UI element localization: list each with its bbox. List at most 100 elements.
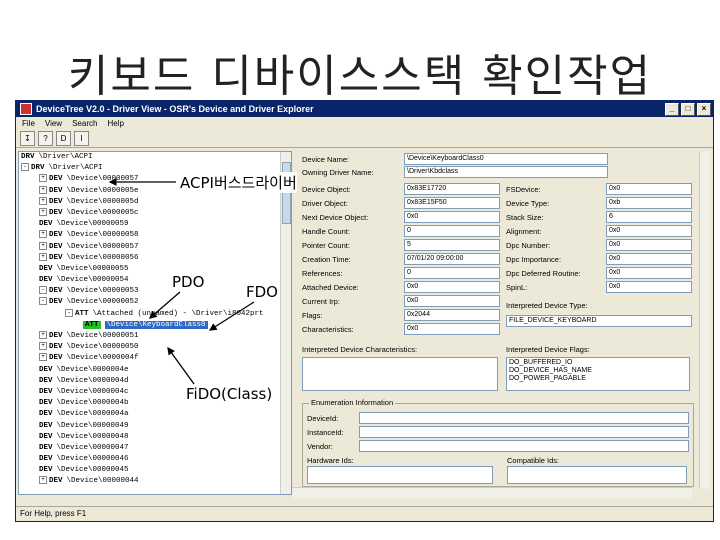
tree-scrollbar[interactable]	[280, 152, 291, 494]
references-label: References:	[302, 269, 343, 278]
interp-flags-box[interactable]: DO_BUFFERED_IO DO_DEVICE_HAS_NAME DO_POW…	[506, 357, 690, 391]
tree-row-type: DEV	[39, 432, 53, 441]
owning-driver-value[interactable]: \Driver\Kbdclass	[404, 166, 608, 178]
characteristics-label: Characteristics:	[302, 325, 354, 334]
vendor-value[interactable]	[359, 440, 689, 452]
device-object-label: Device Object:	[302, 185, 351, 194]
tree-row[interactable]: DRV \Driver\ACPI	[19, 152, 291, 163]
expand-icon[interactable]: +	[39, 196, 47, 205]
driver-object-value[interactable]: 0x83E15F50	[404, 197, 500, 209]
flags-value[interactable]: 0x2044	[404, 309, 500, 321]
device-tree[interactable]: DRV \Driver\ACPI - DRV \Driver\ACPI + DEV \Devi…	[18, 151, 292, 495]
tree-row[interactable]: + DEV \Device\0000005c	[19, 207, 291, 219]
maximize-button[interactable]: □	[681, 102, 695, 116]
tree-row-type: DEV	[39, 455, 53, 464]
tree-row[interactable]: + DEV \Device\00000050	[19, 342, 291, 353]
tree-row-type: DEV	[39, 220, 53, 229]
tree-row-label: \Device\00000049	[56, 421, 129, 430]
dpc-deferred-value[interactable]: 0x0	[606, 267, 692, 279]
collapse-icon[interactable]: -	[21, 163, 29, 172]
tree-row[interactable]: DEV \Device\00000055	[19, 264, 291, 275]
device-name-label: Device Name:	[302, 155, 350, 164]
menu-file[interactable]: File	[22, 119, 35, 128]
expand-icon[interactable]: +	[39, 331, 47, 340]
menu-view[interactable]: View	[45, 119, 62, 128]
tree-row-label: \Device\00000057	[66, 242, 139, 251]
compatible-ids-box[interactable]	[507, 466, 687, 484]
detail-hscrollbar[interactable]	[292, 487, 692, 498]
handle-count-value[interactable]: 0	[404, 225, 500, 237]
minimize-button[interactable]: _	[665, 102, 679, 116]
tree-row-label: \Device\0000004d	[56, 376, 129, 385]
tree-row[interactable]: DEV \Device\0000004e	[19, 365, 291, 376]
tree-row-type: DEV	[49, 208, 63, 217]
hardware-ids-box[interactable]	[307, 466, 493, 484]
tree-row[interactable]: + DEV \Device\00000057	[19, 241, 291, 253]
tree-row[interactable]: + DEV \Device\00000056	[19, 252, 291, 264]
tree-row[interactable]: DEV \Device\0000004a	[19, 409, 291, 420]
tree-row[interactable]: + DEV \Device\00000058	[19, 230, 291, 241]
dpc-number-value[interactable]: 0x0	[606, 239, 692, 251]
dpc-importance-value[interactable]: 0x0	[606, 253, 692, 265]
tree-row-type: DEV	[39, 399, 53, 408]
instance-id-value[interactable]	[359, 426, 689, 438]
close-button[interactable]: ×	[697, 102, 711, 116]
tree-row[interactable]: + DEV \Device\0000005d	[19, 196, 291, 208]
expand-icon[interactable]: +	[39, 207, 47, 216]
expand-icon[interactable]: +	[39, 476, 47, 485]
menu-help[interactable]: Help	[107, 119, 123, 128]
tree-row[interactable]: DEV \Device\00000046	[19, 454, 291, 465]
device-name-value[interactable]: \Device\KeyboardClass0	[404, 153, 608, 165]
device-type-value[interactable]: 0xb	[606, 197, 692, 209]
tree-row[interactable]: DEV \Device\00000059	[19, 219, 291, 230]
stack-size-value[interactable]: 6	[606, 211, 692, 223]
annotation-fdo: FDO	[246, 283, 278, 301]
pointer-count-value[interactable]: 5	[404, 239, 500, 251]
detail-scrollbar[interactable]	[699, 151, 710, 489]
tree-row[interactable]: DEV \Device\00000048	[19, 432, 291, 443]
help-icon[interactable]: ?	[38, 130, 53, 146]
expand-icon[interactable]: +	[39, 252, 47, 261]
tree-row[interactable]: - ATT \Attached (unnamed) - \Driver\i8042p…	[19, 308, 291, 320]
tree-row-type: DRV	[21, 153, 35, 161]
driver-view-button[interactable]: D	[56, 130, 71, 146]
expand-icon[interactable]: +	[39, 174, 47, 183]
pointer-count-label: Pointer Count:	[302, 241, 350, 250]
expand-icon[interactable]: +	[39, 185, 47, 194]
refresh-icon[interactable]: ↧	[20, 130, 35, 146]
spin-value[interactable]: 0x0	[606, 281, 692, 293]
expand-icon[interactable]: +	[39, 353, 47, 362]
menu-search[interactable]: Search	[72, 119, 97, 128]
status-bar: For Help, press F1	[16, 506, 713, 521]
expand-icon[interactable]: +	[39, 241, 47, 250]
tree-row[interactable]: + DEV \Device\00000051	[19, 331, 291, 342]
collapse-icon[interactable]: -	[65, 308, 73, 317]
device-view-button[interactable]: I	[74, 130, 89, 146]
device-object-value[interactable]: 0x83E17720	[404, 183, 500, 195]
creation-time-value[interactable]: 07/01/20 09:00:00	[404, 253, 500, 265]
tree-row[interactable]: ATT \Device\KeyboardClass0	[19, 320, 291, 331]
interp-type-value[interactable]: FILE_DEVICE_KEYBOARD	[506, 315, 692, 327]
tree-row-type: DEV	[49, 186, 63, 195]
tree-row[interactable]: DEV \Device\00000049	[19, 421, 291, 432]
tree-row[interactable]: + DEV \Device\0000004f	[19, 353, 291, 364]
window-titlebar[interactable]: DeviceTree V2.0 - Driver View - OSR's De…	[16, 101, 713, 117]
tree-row-type: DEV	[39, 376, 53, 385]
attached-device-value[interactable]: 0x0	[404, 281, 500, 293]
expand-icon[interactable]: +	[39, 230, 47, 239]
collapse-icon[interactable]: -	[39, 286, 47, 295]
device-id-value[interactable]	[359, 412, 689, 424]
next-device-value[interactable]: 0x0	[404, 211, 500, 223]
tree-row[interactable]: DEV \Device\00000045	[19, 465, 291, 476]
tree-row[interactable]: + DEV \Device\00000044	[19, 476, 291, 487]
fs-device-value[interactable]: 0x0	[606, 183, 692, 195]
collapse-icon[interactable]: -	[39, 297, 47, 306]
current-irp-value[interactable]: 0x0	[404, 295, 500, 307]
alignment-value[interactable]: 0x0	[606, 225, 692, 237]
references-value[interactable]: 0	[404, 267, 500, 279]
characteristics-value[interactable]: 0x0	[404, 323, 500, 335]
interp-char-box[interactable]	[302, 357, 498, 391]
tree-row[interactable]: DEV \Device\00000047	[19, 443, 291, 454]
expand-icon[interactable]: +	[39, 342, 47, 351]
tree-row-label: \Device\KeyboardClass0	[104, 320, 208, 329]
